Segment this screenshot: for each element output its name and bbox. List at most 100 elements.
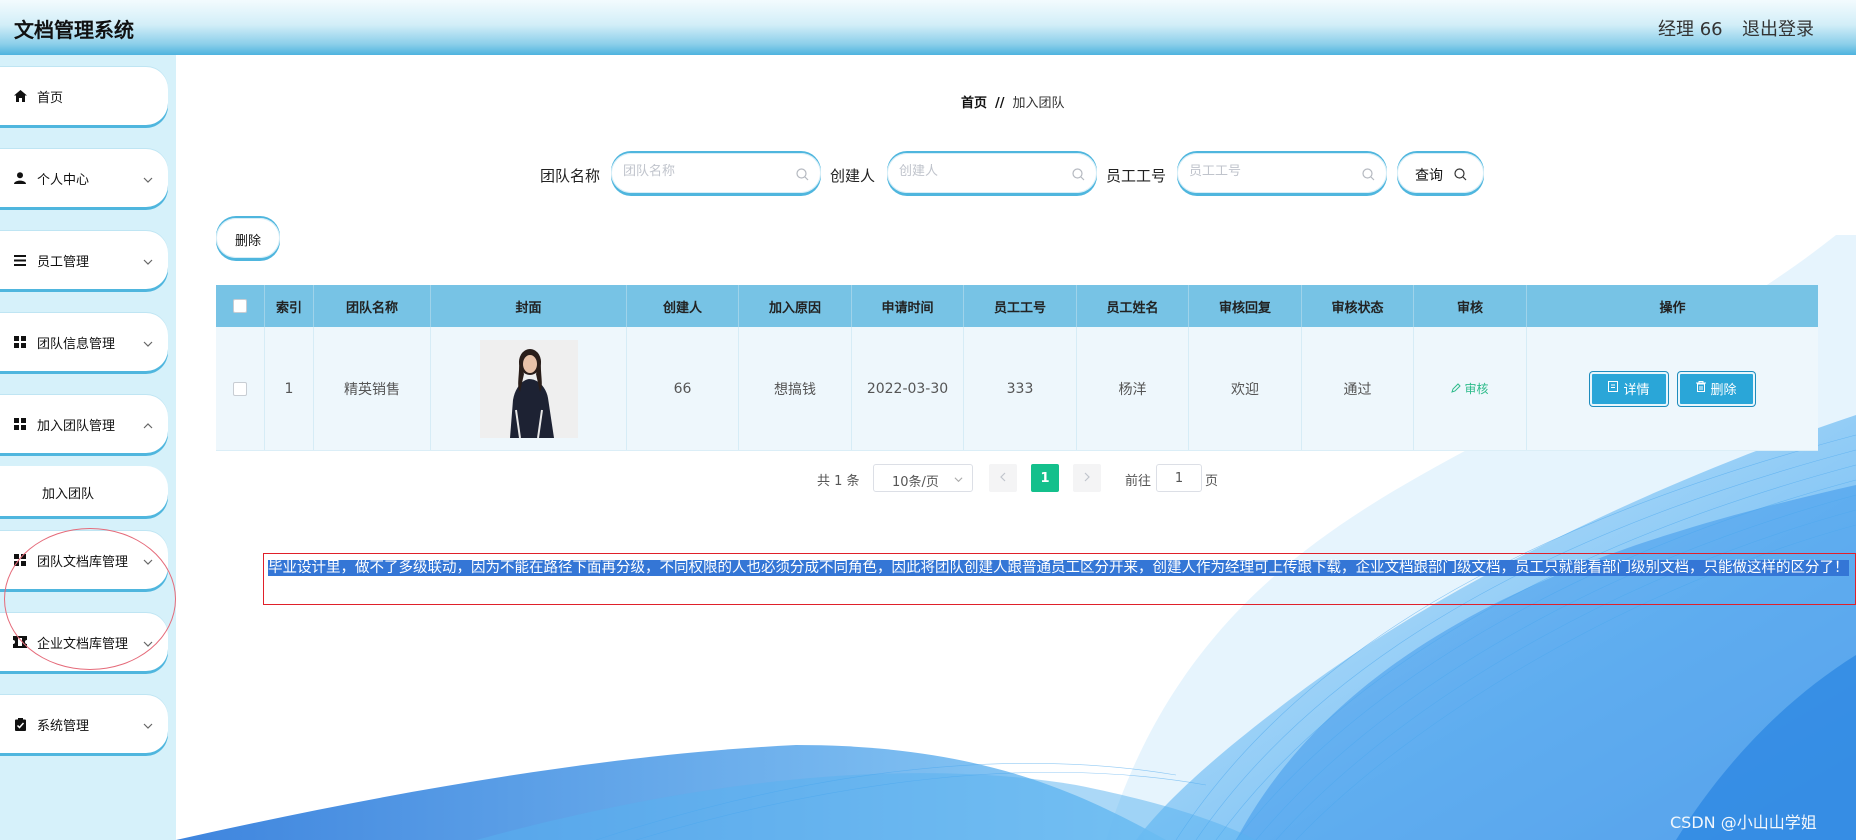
sidebar-item-join-team-mgmt[interactable]: 加入团队管理 — [0, 395, 168, 453]
chevron-down-icon — [143, 252, 153, 271]
page-number-active[interactable]: 1 — [1031, 464, 1059, 492]
query-button[interactable]: 查询 — [1397, 153, 1484, 193]
cell-creator: 66 — [627, 327, 739, 450]
delete-button[interactable]: 删除 — [1677, 371, 1755, 406]
sidebar-item-home[interactable]: 首页 — [0, 67, 168, 125]
chevron-down-icon — [143, 170, 153, 189]
prev-page-button[interactable] — [989, 464, 1017, 492]
next-page-button[interactable] — [1073, 464, 1101, 492]
trash-icon — [1695, 381, 1706, 396]
chevron-left-icon — [999, 471, 1007, 486]
table-header: 索引 团队名称 封面 创建人 加入原因 申请时间 员工工号 员工姓名 审核回复 … — [216, 285, 1818, 327]
sidebar-item-label: 企业文档库管理 — [37, 637, 129, 652]
col-header: 员工姓名 — [1077, 285, 1189, 327]
page-size-select[interactable]: 10条/页 — [873, 464, 973, 492]
cell-status: 通过 — [1302, 327, 1414, 450]
grid-icon — [13, 553, 27, 567]
goto-label: 前往 — [1125, 474, 1152, 489]
sidebar-subitem-label: 加入团队 — [42, 487, 95, 502]
sidebar-item-employee[interactable]: 员工管理 — [0, 231, 168, 289]
sidebar-item-team-docs[interactable]: 团队文档库管理 — [0, 531, 168, 589]
sidebar-subitem-join-team[interactable]: 加入团队 — [0, 466, 168, 516]
query-button-label: 查询 — [1415, 168, 1443, 184]
col-header: 审核回复 — [1189, 285, 1302, 327]
chevron-down-icon — [143, 334, 153, 353]
sidebar-item-personal-center[interactable]: 个人中心 — [0, 149, 168, 207]
cell-apply-time: 2022-03-30 — [852, 327, 964, 450]
detail-label: 详情 — [1623, 383, 1650, 398]
sidebar-item-label: 系统管理 — [37, 719, 90, 734]
cell-actions: 详情 删除 — [1527, 327, 1818, 450]
list-icon — [13, 253, 27, 267]
col-header: 团队名称 — [314, 285, 431, 327]
grid-icon — [13, 417, 27, 431]
team-name-input[interactable] — [623, 164, 788, 179]
chevron-down-icon — [954, 473, 963, 488]
current-user: 经理 66 — [1658, 19, 1723, 40]
breadcrumb-home[interactable]: 首页 — [961, 96, 987, 111]
page-suffix: 页 — [1205, 474, 1219, 489]
row-checkbox[interactable] — [233, 381, 247, 396]
employee-no-input[interactable] — [1189, 164, 1354, 179]
table-row: 1 精英销售 66 想搞钱 2022-03-30 333 杨洋 欢迎 通过 审核… — [216, 327, 1818, 451]
document-icon — [1608, 381, 1619, 396]
sidebar-item-label: 员工管理 — [37, 255, 90, 270]
select-all-checkbox[interactable] — [233, 299, 247, 313]
clipboard-icon — [13, 717, 27, 731]
main-content: 首页 // 加入团队 团队名称 创建人 员工工号 查询 删除 — [176, 55, 1856, 840]
sidebar-item-label: 首页 — [37, 91, 64, 106]
search-icon — [1454, 166, 1467, 185]
creator-label: 创建人 — [830, 167, 876, 185]
col-header: 封面 — [431, 285, 627, 327]
delete-label: 删除 — [1710, 383, 1737, 398]
employee-no-label: 员工工号 — [1106, 167, 1167, 185]
team-name-field[interactable] — [611, 153, 821, 193]
page-size-value: 10条/页 — [892, 475, 939, 490]
creator-field[interactable] — [887, 153, 1097, 193]
col-header: 申请时间 — [852, 285, 964, 327]
chevron-down-icon — [143, 634, 153, 653]
sidebar: 首页 个人中心 员工管理 团队信息管理 加入团队管理 加入团队 团队文档库管理 … — [0, 55, 176, 840]
breadcrumb: 首页 // 加入团队 — [961, 92, 1065, 111]
chevron-right-icon — [1083, 471, 1091, 486]
search-icon — [1072, 166, 1085, 185]
logout-link[interactable]: 退出登录 — [1742, 15, 1814, 41]
cell-employee-name: 杨洋 — [1077, 327, 1189, 450]
pagination: 共 1 条 10条/页 1 前往 页 — [176, 463, 1856, 493]
batch-delete-label: 删除 — [235, 234, 262, 249]
person-icon — [13, 171, 27, 185]
sidebar-item-enterprise-docs[interactable]: 企业文档库管理 — [0, 613, 168, 671]
breadcrumb-current: 加入团队 — [1012, 96, 1065, 111]
annotation-box: 毕业设计里，做不了多级联动，因为不能在路径下面再分级，不同权限的人也必须分成不同… — [263, 553, 1856, 605]
cell-employee-no: 333 — [964, 327, 1077, 450]
top-header: 文档管理系统 经理 66 退出登录 — [0, 0, 1856, 55]
sidebar-item-team-info[interactable]: 团队信息管理 — [0, 313, 168, 371]
audit-link[interactable]: 审核 — [1451, 380, 1489, 397]
cell-audit: 审核 — [1414, 327, 1527, 450]
breadcrumb-separator: // — [995, 96, 1005, 111]
goto-page-input[interactable] — [1156, 464, 1202, 492]
sidebar-item-label: 加入团队管理 — [37, 419, 116, 434]
col-header: 操作 — [1659, 300, 1686, 316]
annotation-note-text: 毕业设计里，做不了多级联动，因为不能在路径下面再分级，不同权限的人也必须分成不同… — [268, 560, 1849, 576]
sidebar-item-label: 团队信息管理 — [37, 337, 116, 352]
row-select-cell — [216, 327, 265, 450]
batch-delete-button[interactable]: 删除 — [216, 218, 280, 258]
sidebar-item-label: 个人中心 — [37, 173, 90, 188]
employee-no-field[interactable] — [1177, 153, 1387, 193]
search-icon — [1362, 166, 1375, 185]
detail-button[interactable]: 详情 — [1590, 371, 1668, 406]
cell-cover — [431, 327, 627, 450]
home-icon — [13, 89, 27, 103]
creator-input[interactable] — [899, 164, 1064, 179]
col-header: 审核 — [1414, 285, 1527, 327]
col-header: 创建人 — [627, 285, 739, 327]
edit-icon — [1451, 382, 1462, 396]
grid-icon — [13, 335, 27, 349]
sidebar-item-system[interactable]: 系统管理 — [0, 695, 168, 753]
search-icon — [796, 166, 809, 185]
chevron-down-icon — [143, 716, 153, 735]
audit-label: 审核 — [1464, 382, 1489, 396]
watermark: CSDN @小山山学姐 — [1670, 813, 1817, 832]
col-header: 索引 — [265, 285, 314, 327]
